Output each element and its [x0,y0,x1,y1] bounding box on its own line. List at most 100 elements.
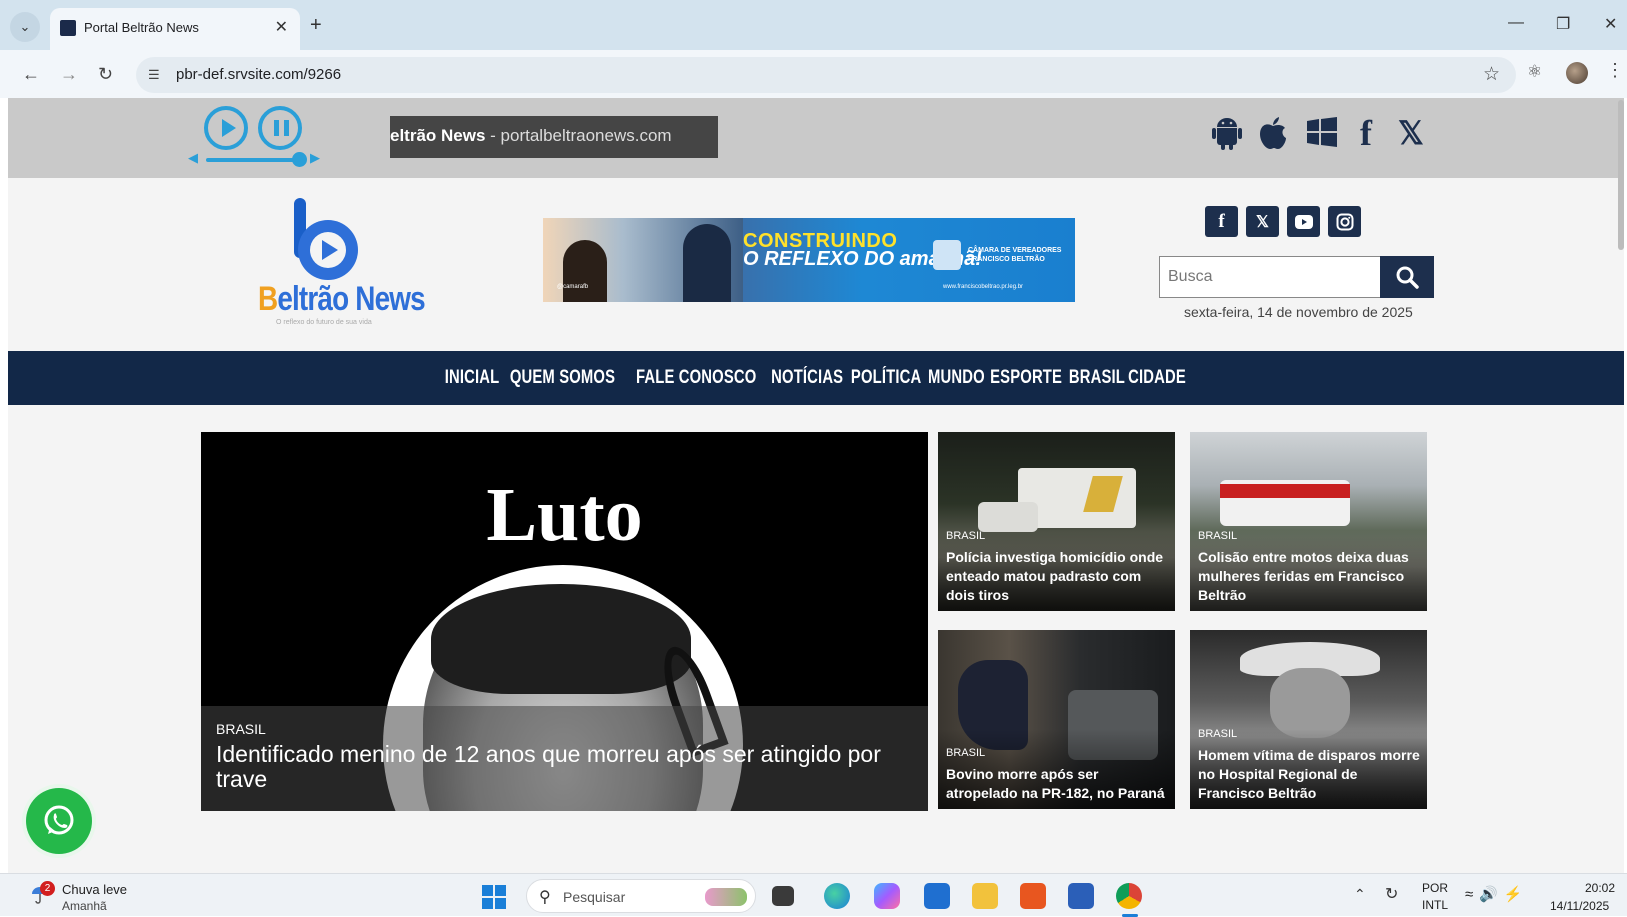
volume-slider[interactable] [206,158,306,162]
windows-start-button[interactable] [482,885,506,909]
sync-icon[interactable]: ↻ [1385,884,1398,904]
word-icon[interactable] [1068,883,1094,909]
youtube-social-icon[interactable] [1287,206,1320,237]
store-icon[interactable] [924,883,950,909]
android-icon[interactable] [1211,116,1243,158]
minimize-icon[interactable]: — [1508,14,1524,32]
featured-news[interactable]: Luto BRASIL Identificado menino de 12 an… [201,432,928,811]
volume-up-icon[interactable]: ▶ [310,150,320,166]
tab-title: Portal Beltrão News [84,20,199,35]
profile-avatar[interactable] [1566,62,1588,84]
browser-tab-bar: ⌄ Portal Beltrão News ✕ + — ❐ ✕ [0,0,1627,50]
search-highlight-icon [705,888,747,906]
news-card-category[interactable]: BRASIL [946,530,985,542]
apple-icon[interactable] [1258,116,1288,158]
nav-item-esporte[interactable]: ESPORTE [991,367,1063,389]
news-card[interactable]: BRASIL Polícia investiga homicídio onde … [938,432,1175,611]
nav-item-fale-conosco[interactable]: FALE CONOSCO [635,367,755,389]
x-twitter-icon[interactable]: 𝕏 [1398,114,1424,152]
bookmark-star-icon[interactable]: ☆ [1483,63,1500,86]
news-card-category[interactable]: BRASIL [1198,728,1237,740]
chrome-icon[interactable] [1116,883,1142,909]
browser-tab[interactable]: Portal Beltrão News ✕ [50,8,300,50]
news-card[interactable]: BRASIL Colisão entre motos deixa duas mu… [1190,432,1427,611]
radio-marquee: eltrão News - portalbeltraonews.com [390,116,718,158]
news-card-title[interactable]: Homem vítima de disparos morre no Hospit… [1198,746,1423,803]
site-info-icon[interactable]: ☰ [148,67,160,83]
volume-slider-handle[interactable] [292,152,307,167]
facebook-social-icon[interactable]: f [1205,206,1238,237]
taskbar-search-placeholder: Pesquisar [563,889,626,905]
new-tab-icon[interactable]: + [310,14,322,37]
nav-item-brasil[interactable]: BRASIL [1068,367,1124,389]
restore-icon[interactable]: ❐ [1556,14,1570,34]
news-card-category[interactable]: BRASIL [1198,530,1237,542]
file-explorer-icon[interactable] [972,883,998,909]
clock-date[interactable]: 14/11/2025 [1550,899,1609,913]
ad-banner[interactable]: CONSTRUINDO O REFLEXO DO amanhã! CÂMARA … [543,218,1075,302]
windows-icon[interactable] [1306,116,1338,156]
news-card[interactable]: BRASIL Homem vítima de disparos morre no… [1190,630,1427,809]
whatsapp-icon [44,805,74,835]
page-scrollbar[interactable] [1618,100,1624,250]
clock-time[interactable]: 20:02 [1585,881,1615,895]
news-card-title[interactable]: Bovino morre após ser atropelado na PR-1… [946,765,1171,803]
browser-menu-icon[interactable]: ⋮ [1606,60,1624,81]
forward-arrow-icon[interactable]: → [60,64,78,85]
nav-item-quem-somos[interactable]: QUEM SOMOS [510,367,615,389]
search-icon [1396,266,1419,289]
taskbar-search[interactable]: ⚲ Pesquisar [526,879,756,913]
news-card-title[interactable]: Colisão entre motos deixa duas mulheres … [1198,548,1423,605]
nav-item-inicial[interactable]: INICIAL [445,367,500,389]
copilot-icon[interactable] [874,883,900,909]
site-logo[interactable]: Beltrão News O reflexo do futuro de sua … [258,198,426,328]
windows-taskbar: 2 Chuva leve Amanhã ⚲ Pesquisar ⌃ ↻ POR … [0,873,1627,917]
logo-wordmark: Beltrão News [258,280,426,319]
task-view-icon[interactable] [772,886,794,906]
current-date: sexta-feira, 14 de novembro de 2025 [1184,304,1413,320]
nav-item-politica[interactable]: POLÍTICA [851,367,921,389]
pause-button[interactable] [258,106,302,150]
edge-icon[interactable] [824,883,850,909]
banner-person [563,240,607,302]
extensions-icon[interactable]: ⚛ [1527,62,1542,82]
search-input[interactable] [1159,256,1381,298]
main-navigation: INICIAL QUEM SOMOS FALE CONOSCO NOTÍCIAS… [8,351,1624,405]
radio-player-bar: ◀ ▶ eltrão News - portalbeltraonews.com … [8,98,1624,178]
tray-expand-icon[interactable]: ⌃ [1354,886,1366,903]
nav-item-cidade[interactable]: CIDADE [1129,367,1187,389]
feature-category[interactable]: BRASIL [216,721,266,737]
reload-icon[interactable]: ↻ [98,64,113,85]
nav-item-noticias[interactable]: NOTÍCIAS [771,367,843,389]
address-bar[interactable]: ☰ pbr-def.srvsite.com/9266 ☆ [136,57,1516,93]
tray-network-volume-battery-icons[interactable]: ≈🔊⚡ [1465,885,1529,903]
x-social-icon[interactable]: 𝕏 [1246,206,1279,237]
search-button[interactable] [1380,256,1434,298]
keyboard-layout[interactable]: INTL [1422,898,1448,912]
banner-seal-icon [933,240,961,270]
weather-when[interactable]: Amanhã [62,899,107,913]
logo-b-icon [294,198,358,280]
instagram-social-icon[interactable] [1328,206,1361,237]
facebook-icon[interactable]: f [1360,112,1372,154]
tab-search-chevron-icon[interactable]: ⌄ [10,12,40,42]
logo-tagline: O reflexo do futuro de sua vida [276,319,372,326]
news-card-title[interactable]: Polícia investiga homicídio onde enteado… [946,548,1171,605]
url-text[interactable]: pbr-def.srvsite.com/9266 [176,66,341,83]
whatsapp-button[interactable] [26,788,92,854]
reader-app-icon[interactable] [1020,883,1046,909]
feature-title[interactable]: Identificado menino de 12 anos que morre… [216,742,916,792]
news-card[interactable]: BRASIL Bovino morre após ser atropelado … [938,630,1175,809]
weather-condition[interactable]: Chuva leve [62,882,127,897]
play-button[interactable] [204,106,248,150]
weather-alert-badge: 2 [40,881,55,896]
nav-item-mundo[interactable]: MUNDO [928,367,985,389]
news-card-category[interactable]: BRASIL [946,747,985,759]
banner-url: www.franciscobeltrao.pr.leg.br [943,284,1024,290]
tab-close-icon[interactable]: ✕ [275,17,288,37]
volume-down-icon[interactable]: ◀ [188,150,198,166]
window-close-icon[interactable]: ✕ [1604,14,1617,34]
keyboard-language[interactable]: POR [1422,881,1448,895]
back-arrow-icon[interactable]: ← [22,64,40,85]
browser-toolbar: ← → ↻ ☰ pbr-def.srvsite.com/9266 ☆ ⚛ ⋮ [0,50,1627,98]
